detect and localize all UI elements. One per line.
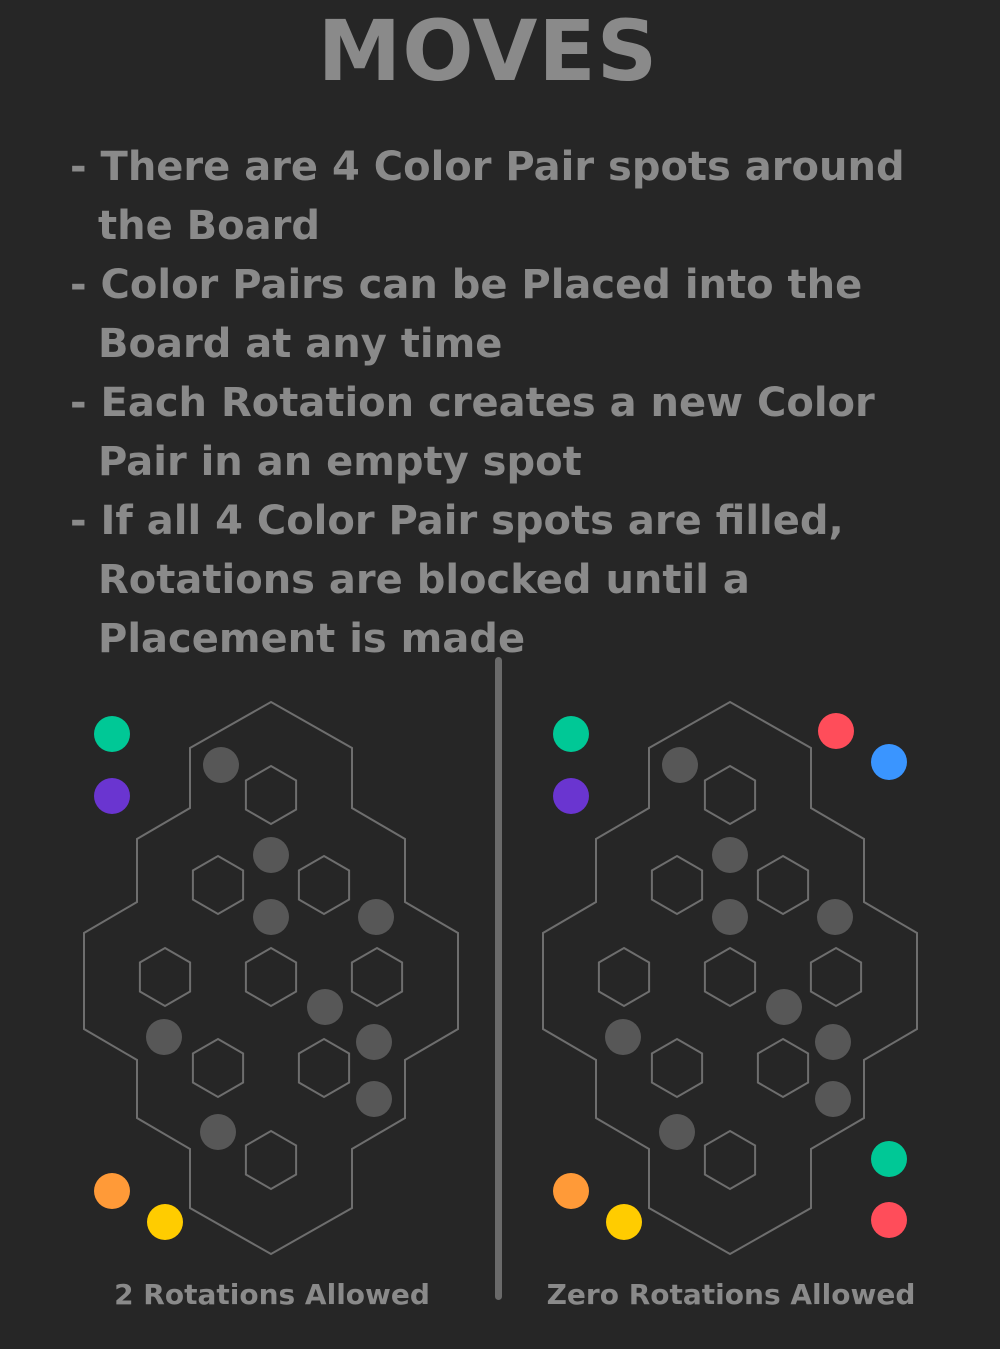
board-marker	[358, 899, 394, 935]
board-marker	[605, 1019, 641, 1055]
board-marker	[712, 837, 748, 873]
hex-cell[interactable]	[703, 1129, 757, 1191]
board-marker	[817, 899, 853, 935]
board-marker	[146, 1019, 182, 1055]
color-pair-piece[interactable]	[871, 1202, 907, 1238]
hex-cell[interactable]	[650, 854, 704, 916]
hex-cell[interactable]	[191, 1037, 245, 1099]
color-pair-piece[interactable]	[871, 1141, 907, 1177]
board-marker	[203, 747, 239, 783]
hex-cell[interactable]	[297, 854, 351, 916]
rule-item: - Color Pairs can be Placed into the Boa…	[70, 262, 863, 367]
hex-cell[interactable]	[597, 946, 651, 1008]
hex-cell[interactable]	[297, 1037, 351, 1099]
hex-cell[interactable]	[244, 1129, 298, 1191]
hex-cell[interactable]	[350, 946, 404, 1008]
hex-cell[interactable]	[191, 854, 245, 916]
game-board-right	[542, 700, 918, 1256]
board-marker	[659, 1114, 695, 1150]
hex-cell[interactable]	[650, 1037, 704, 1099]
color-pair-piece[interactable]	[871, 744, 907, 780]
color-pair-piece[interactable]	[553, 716, 589, 752]
board-marker	[307, 989, 343, 1025]
board-marker	[712, 899, 748, 935]
color-pair-piece[interactable]	[553, 778, 589, 814]
divider	[495, 657, 502, 1300]
board-marker	[356, 1081, 392, 1117]
board-marker	[200, 1114, 236, 1150]
board-panel-left	[72, 690, 472, 1270]
rule-item: - If all 4 Color Pair spots are filled, …	[70, 498, 844, 662]
board-marker	[662, 747, 698, 783]
hex-cell[interactable]	[703, 764, 757, 826]
color-pair-piece[interactable]	[606, 1204, 642, 1240]
board-marker	[253, 837, 289, 873]
hex-cell[interactable]	[703, 946, 757, 1008]
board-marker	[356, 1024, 392, 1060]
page-title: MOVES	[317, 2, 659, 100]
color-pair-piece[interactable]	[553, 1173, 589, 1209]
color-pair-piece[interactable]	[818, 713, 854, 749]
color-pair-piece[interactable]	[147, 1204, 183, 1240]
board-marker	[815, 1024, 851, 1060]
board-marker	[253, 899, 289, 935]
hex-cell[interactable]	[809, 946, 863, 1008]
hex-cell[interactable]	[244, 764, 298, 826]
color-pair-piece[interactable]	[94, 1173, 130, 1209]
board-marker	[815, 1081, 851, 1117]
board-panel-right	[531, 690, 931, 1270]
rule-item: - There are 4 Color Pair spots around th…	[70, 144, 905, 249]
board-marker	[766, 989, 802, 1025]
hex-cell[interactable]	[138, 946, 192, 1008]
hex-cell[interactable]	[244, 946, 298, 1008]
color-pair-piece[interactable]	[94, 716, 130, 752]
board-caption-left: 2 Rotations Allowed	[114, 1278, 430, 1311]
hex-cell[interactable]	[756, 1037, 810, 1099]
color-pair-piece[interactable]	[94, 778, 130, 814]
game-board-left	[83, 700, 459, 1256]
board-caption-right: Zero Rotations Allowed	[546, 1278, 916, 1311]
hex-cell[interactable]	[756, 854, 810, 916]
rules-list: - There are 4 Color Pair spots around th…	[70, 138, 950, 669]
rule-item: - Each Rotation creates a new Color Pair…	[70, 380, 875, 485]
